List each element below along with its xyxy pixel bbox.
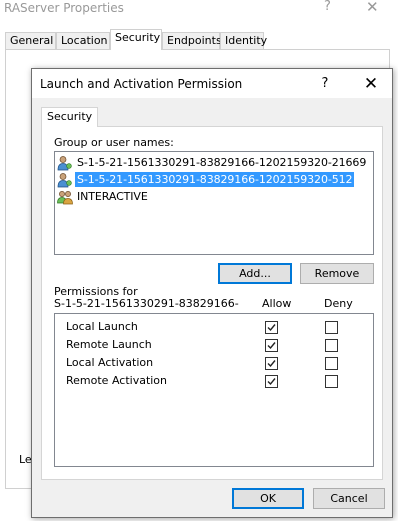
permissions-list: Local Launch Remote Launch Local Activat… xyxy=(54,313,374,467)
background-close-icon[interactable]: ✕ xyxy=(366,0,379,15)
deny-checkbox[interactable] xyxy=(325,357,338,370)
user-name: S-1-5-21-1561330291-83829166-1202159320-… xyxy=(77,156,367,169)
group-or-user-names-label: Group or user names: xyxy=(54,136,174,149)
allow-checkbox[interactable] xyxy=(265,357,278,370)
permission-name: Remote Activation xyxy=(66,374,168,387)
permissions-for-subject: S-1-5-21-1561330291-83829166- xyxy=(54,297,239,310)
user-list-item[interactable]: S-1-5-21-1561330291-83829166-1202159320-… xyxy=(57,154,368,171)
user-list-item[interactable]: INTERACTIVE xyxy=(57,188,150,205)
cancel-button[interactable]: Cancel xyxy=(313,488,385,509)
permission-row: Local Launch xyxy=(55,318,373,336)
tab-general[interactable]: General xyxy=(5,32,56,49)
remove-button[interactable]: Remove xyxy=(300,263,374,284)
background-partial-label: Le xyxy=(19,453,32,466)
deny-column-header: Deny xyxy=(324,297,353,310)
security-tab-panel: Group or user names: S-1-5-21-1561330291… xyxy=(41,126,383,480)
dialog-title: Launch and Activation Permission xyxy=(40,77,243,91)
allow-checkbox[interactable] xyxy=(265,321,278,334)
deny-checkbox[interactable] xyxy=(325,321,338,334)
permission-name: Local Activation xyxy=(66,356,154,369)
tab-identity[interactable]: Identity xyxy=(220,32,267,49)
allow-column-header: Allow xyxy=(262,297,292,310)
permission-name: Remote Launch xyxy=(66,338,152,351)
permission-name: Local Launch xyxy=(66,320,138,333)
add-button[interactable]: Add... xyxy=(218,263,292,284)
allow-checkbox[interactable] xyxy=(265,375,278,388)
tab-security-dialog[interactable]: Security xyxy=(41,107,99,127)
tab-security[interactable]: Security xyxy=(110,29,162,50)
user-list[interactable]: S-1-5-21-1561330291-83829166-1202159320-… xyxy=(54,151,374,255)
tab-location[interactable]: Location xyxy=(56,32,110,49)
users-group-icon xyxy=(57,190,73,204)
deny-checkbox[interactable] xyxy=(325,339,338,352)
close-icon[interactable]: ✕ xyxy=(360,73,382,95)
user-icon xyxy=(57,155,72,170)
help-icon[interactable]: ? xyxy=(315,74,335,94)
launch-activation-permission-dialog: Launch and Activation Permission ? ✕ Sec… xyxy=(31,68,393,518)
user-list-item-selected[interactable]: S-1-5-21-1561330291-83829166-1202159320-… xyxy=(57,171,355,188)
background-help-icon[interactable]: ? xyxy=(324,0,331,14)
tab-endpoints[interactable]: Endpoints xyxy=(162,32,222,49)
permission-row: Remote Launch xyxy=(55,336,373,354)
deny-checkbox[interactable] xyxy=(325,375,338,388)
permission-row: Local Activation xyxy=(55,354,373,372)
user-name: INTERACTIVE xyxy=(77,190,148,203)
allow-checkbox[interactable] xyxy=(265,339,278,352)
permission-row: Remote Activation xyxy=(55,372,373,390)
user-name: S-1-5-21-1561330291-83829166-1202159320-… xyxy=(75,172,355,187)
dialog-title-bar: Launch and Activation Permission ? ✕ xyxy=(32,69,392,98)
ok-button[interactable]: OK xyxy=(232,488,304,509)
background-window-title: RAServer Properties xyxy=(4,1,124,15)
user-group-icon xyxy=(57,172,72,187)
